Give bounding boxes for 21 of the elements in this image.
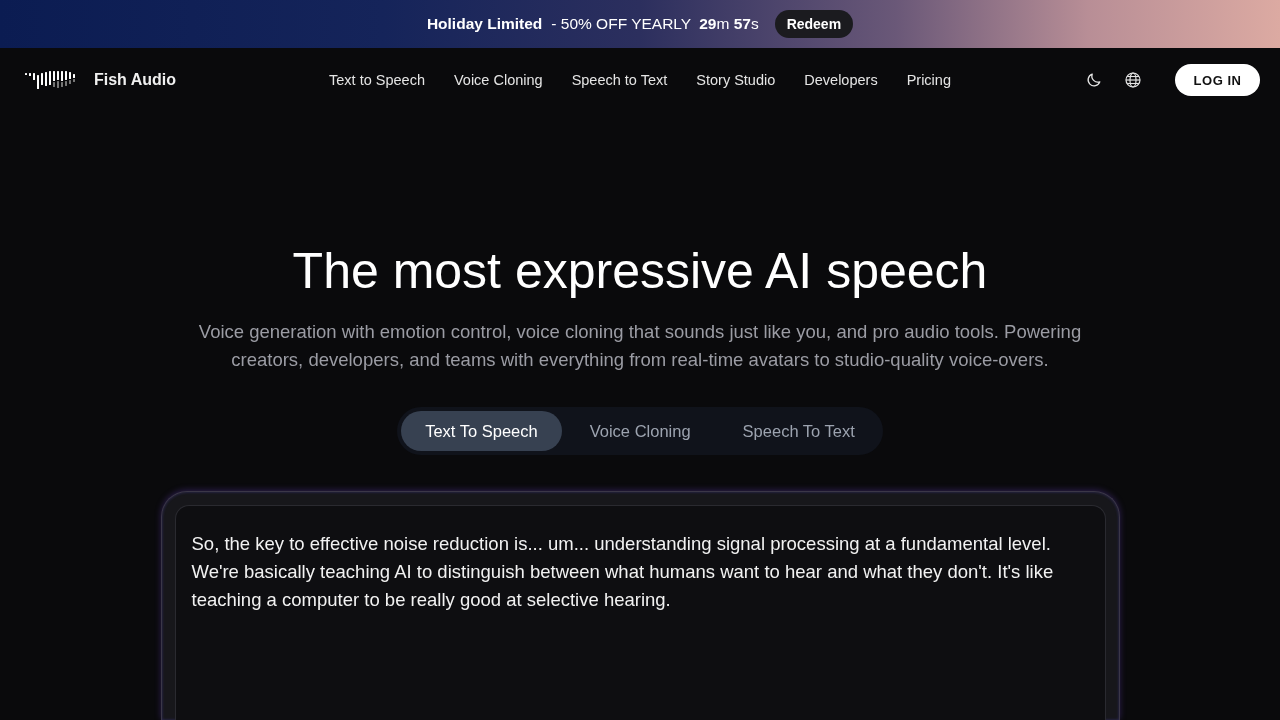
countdown-timer: 29m 57s — [699, 15, 759, 33]
nav-link[interactable]: Story Studio — [696, 72, 776, 88]
nav-link[interactable]: Text to Speech — [329, 72, 425, 88]
globe-icon[interactable] — [1125, 72, 1141, 88]
promo-headline: Holiday Limited — [426, 15, 543, 33]
nav-link[interactable]: Speech to Text — [571, 72, 668, 88]
nav-link[interactable]: Voice Cloning — [453, 72, 543, 88]
moon-icon[interactable] — [1086, 72, 1102, 88]
mode-tab[interactable]: Text To Speech — [401, 411, 562, 451]
mode-tab[interactable]: Speech To Text — [718, 411, 879, 451]
redeem-button[interactable]: Redeem — [774, 10, 854, 38]
hero-subtitle: Voice generation with emotion control, voice cloning that sounds just like you, and pro audio tools. Powering creators, developers, and teams with everything from real-time avatars to studio-quality voice-overs. — [197, 320, 1083, 372]
brand-name[interactable]: Fish Audio — [94, 71, 177, 89]
waveform-logo-icon[interactable] — [25, 70, 76, 90]
promo-offer: - 50% OFF YEARLY — [551, 15, 692, 33]
nav-link[interactable]: Pricing — [906, 72, 951, 88]
mode-tab[interactable]: Voice Cloning — [565, 411, 715, 451]
hero-title: The most expressive AI speech — [292, 242, 988, 300]
text-input-field[interactable]: So, the key to effective noise reduction is... um... understanding signal processing at a fundamental level. We're basically teaching AI to distinguish between what humans want to hear and what they don't. It's like teaching a computer to be really good at selective hearing. — [174, 505, 1106, 720]
nav-link[interactable]: Developers — [804, 72, 878, 88]
login-button[interactable]: LOG IN — [1175, 64, 1260, 96]
